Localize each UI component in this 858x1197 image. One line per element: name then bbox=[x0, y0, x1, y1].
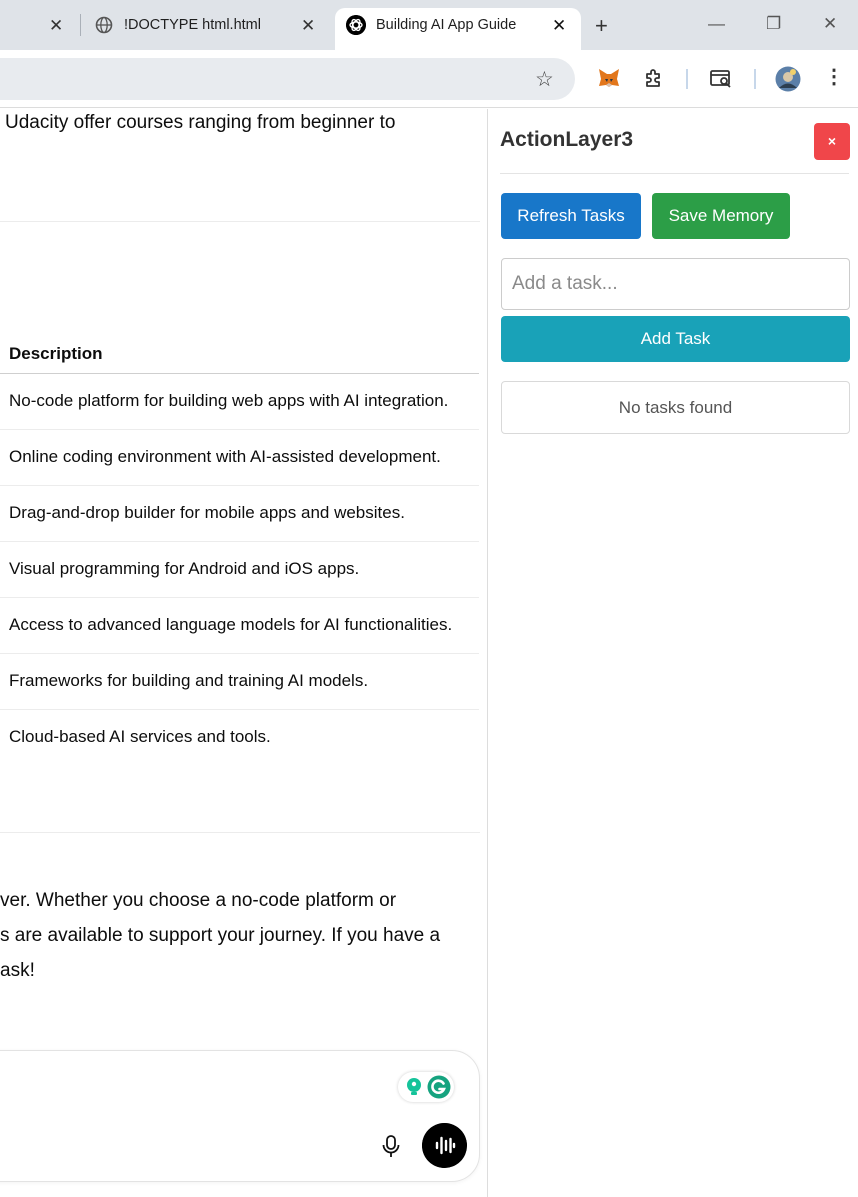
tab-2-close-icon[interactable]: ✕ bbox=[301, 17, 315, 34]
tab-separator bbox=[80, 14, 81, 36]
window-close-icon[interactable]: ✕ bbox=[823, 14, 837, 34]
intro-text: Udacity offer courses ranging from begin… bbox=[5, 112, 396, 133]
table-row: Drag-and-drop builder for mobile apps an… bbox=[0, 486, 479, 542]
more-menu-icon[interactable]: ⋮ bbox=[824, 64, 844, 89]
save-memory-button[interactable]: Save Memory bbox=[652, 193, 790, 239]
new-tab-icon[interactable]: + bbox=[595, 13, 608, 39]
add-task-input[interactable] bbox=[501, 258, 850, 310]
address-bar[interactable] bbox=[0, 58, 575, 100]
conclusion-line-2: s are available to support your journey.… bbox=[0, 925, 441, 946]
table-cell-description: Access to advanced language models for A… bbox=[9, 615, 453, 634]
table-cell-description: Drag-and-drop builder for mobile apps an… bbox=[9, 503, 405, 522]
table-row: Online coding environment with AI-assist… bbox=[0, 430, 479, 486]
table-cell-description: No-code platform for building web apps w… bbox=[9, 391, 449, 410]
section-divider bbox=[0, 221, 480, 222]
grammarly-widget[interactable] bbox=[398, 1072, 454, 1102]
table-row: No-code platform for building web apps w… bbox=[0, 374, 479, 430]
table-row: Access to advanced language models for A… bbox=[0, 598, 479, 654]
actionlayer-panel: ActionLayer3 × Refresh Tasks Save Memory… bbox=[487, 109, 858, 1197]
bookmark-star-icon[interactable]: ☆ bbox=[535, 67, 554, 92]
section-divider bbox=[0, 832, 480, 833]
metamask-fox-icon[interactable] bbox=[597, 66, 621, 90]
grammarly-icon[interactable] bbox=[427, 1075, 451, 1099]
toolbar-separator bbox=[686, 69, 688, 89]
extensions-puzzle-icon[interactable] bbox=[642, 66, 666, 90]
chat-content: Udacity offer courses ranging from begin… bbox=[0, 109, 487, 1197]
table-cell-description: Online coding environment with AI-assist… bbox=[9, 447, 441, 466]
globe-icon bbox=[95, 16, 113, 34]
microphone-icon[interactable] bbox=[380, 1134, 402, 1160]
restore-icon[interactable]: ❐ bbox=[766, 14, 781, 34]
table-row: Visual programming for Android and iOS a… bbox=[0, 542, 479, 598]
table-cell-description: Frameworks for building and training AI … bbox=[9, 671, 369, 690]
close-panel-button[interactable]: × bbox=[814, 123, 850, 160]
lightbulb-icon[interactable] bbox=[405, 1077, 423, 1097]
tab-strip: ✕ !DOCTYPE html.html ✕ Building AI App G… bbox=[0, 0, 858, 52]
message-composer[interactable] bbox=[0, 1050, 480, 1182]
table-header-description: Description bbox=[9, 344, 103, 363]
refresh-tasks-button[interactable]: Refresh Tasks bbox=[501, 193, 641, 239]
tab-2-title[interactable]: !DOCTYPE html.html bbox=[124, 17, 261, 33]
panel-divider bbox=[500, 173, 849, 174]
add-task-button[interactable]: Add Task bbox=[501, 316, 850, 362]
chatgpt-icon bbox=[346, 15, 366, 35]
tab-3-close-icon[interactable]: ✕ bbox=[552, 17, 566, 34]
profile-avatar-icon[interactable] bbox=[775, 66, 801, 92]
minimize-icon[interactable]: — bbox=[708, 14, 725, 34]
tab-search-icon[interactable] bbox=[709, 66, 733, 90]
table-row: Frameworks for building and training AI … bbox=[0, 654, 479, 710]
conclusion-line-3: ask! bbox=[0, 960, 35, 981]
empty-tasks-message: No tasks found bbox=[501, 381, 850, 434]
table-cell-description: Visual programming for Android and iOS a… bbox=[9, 559, 360, 578]
tab-1-close-icon[interactable]: ✕ bbox=[49, 17, 63, 34]
tab-3-title[interactable]: Building AI App Guide bbox=[376, 17, 516, 33]
toolbar-separator bbox=[754, 69, 756, 89]
voice-mode-icon[interactable] bbox=[422, 1123, 467, 1168]
table-cell-description: Cloud-based AI services and tools. bbox=[9, 727, 271, 746]
conclusion-line-1: ver. Whether you choose a no-code platfo… bbox=[0, 890, 397, 911]
table-row: Cloud-based AI services and tools. bbox=[0, 710, 479, 766]
panel-title: ActionLayer3 bbox=[500, 128, 634, 151]
